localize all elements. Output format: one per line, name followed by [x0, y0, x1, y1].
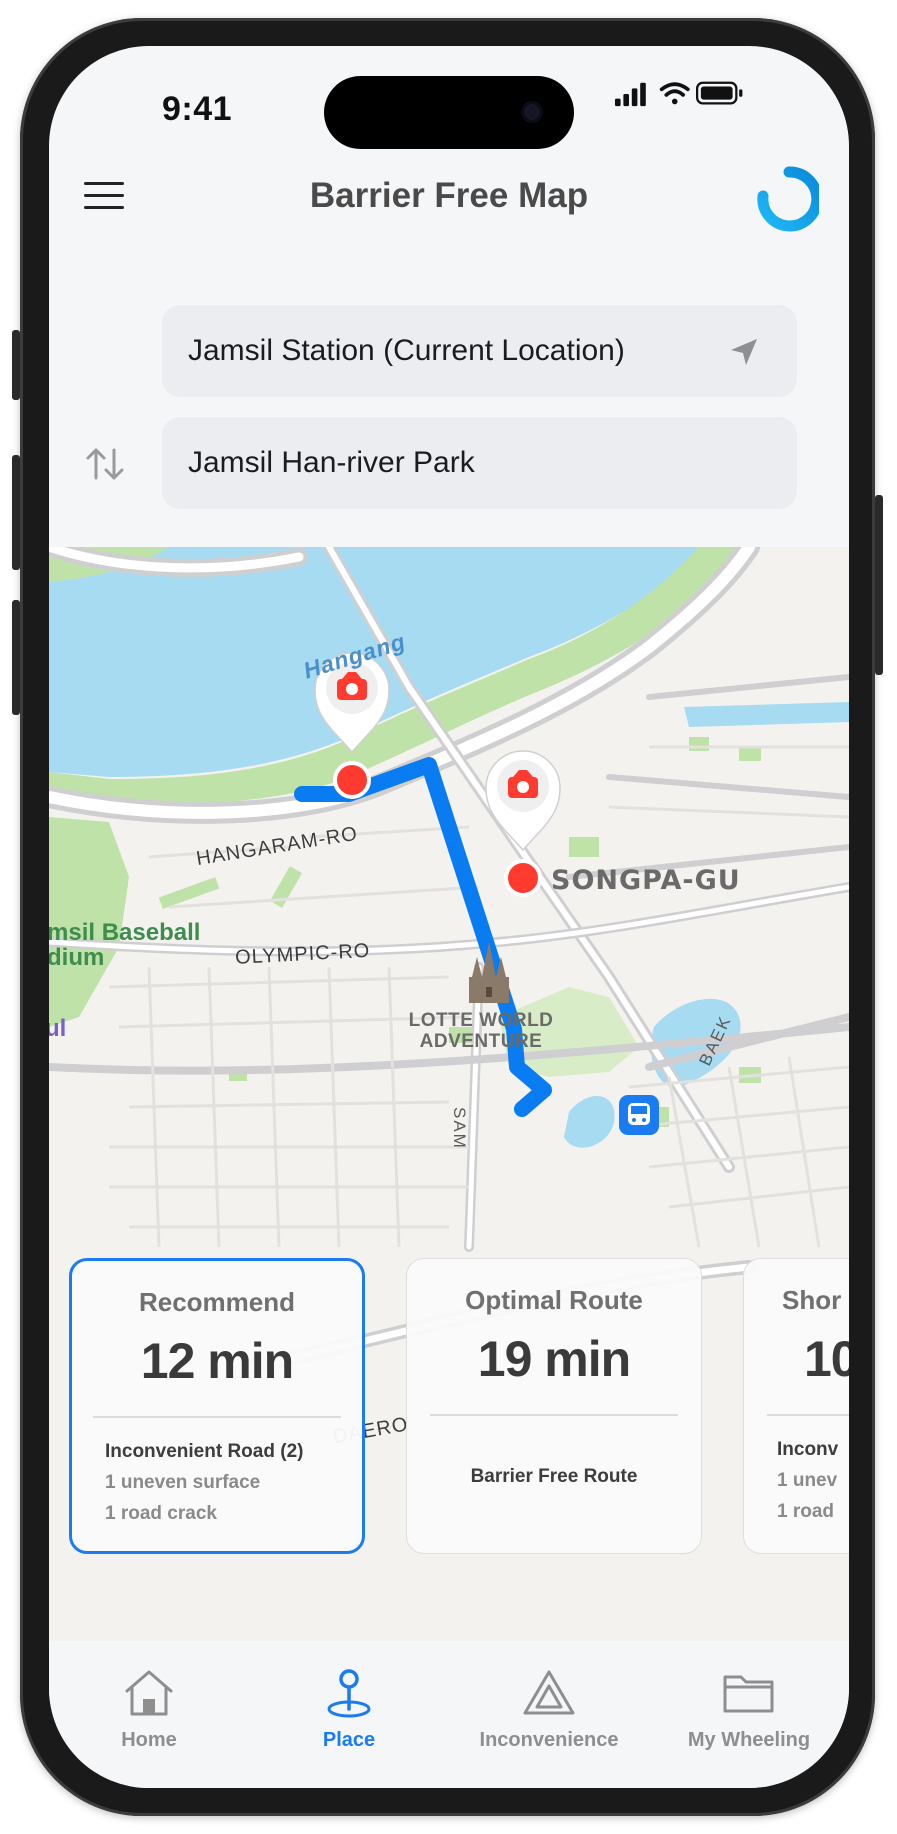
tab-label: My Wheeling [687, 1729, 811, 1751]
origin-field[interactable]: Jamsil Station (Current Location) [162, 305, 797, 397]
swap-icon[interactable] [83, 442, 127, 486]
status-time: 9:41 [162, 90, 233, 128]
route-detail-1: 1 uneven surface [105, 1471, 261, 1493]
route-time: 12 min [140, 1333, 294, 1389]
location-arrow-icon[interactable] [727, 335, 761, 369]
map-label-landmark-1: LOTTE WORLD [409, 1010, 554, 1031]
folder-icon [723, 1675, 774, 1713]
destination-text: Jamsil Han-river Park [188, 446, 475, 479]
tab-my-wheeling[interactable]: My Wheeling [649, 1667, 849, 1752]
route-card-recommend[interactable]: Recommend 12 min Inconvenient Road (2) 1… [69, 1258, 365, 1554]
cellular-signal-icon [615, 82, 646, 107]
status-icons [615, 81, 743, 107]
pin-icon [327, 1669, 371, 1718]
route-label: Recommend [138, 1287, 296, 1317]
route-detail-title: Inconvenient Road (2) [105, 1440, 304, 1462]
route-detail: Barrier Free Route [470, 1465, 638, 1487]
page-title: Barrier Free Map [309, 176, 589, 215]
map-label-landmark-2: ADVENTURE [420, 1031, 543, 1052]
camera-lens [521, 101, 543, 123]
route-time: 19 min [477, 1331, 631, 1387]
route-divider [767, 1414, 849, 1416]
route-detail-2: 1 road crack [105, 1502, 217, 1524]
app-logo-icon[interactable] [749, 164, 819, 234]
route-time: 10 [804, 1331, 849, 1387]
route-label: Optimal Route [465, 1285, 643, 1315]
map-label-stadium-2: dium [49, 944, 104, 971]
route-divider [430, 1414, 678, 1416]
tab-inconvenience[interactable]: Inconvenience [449, 1667, 649, 1752]
battery-icon [696, 81, 743, 105]
tab-home[interactable]: Home [49, 1667, 249, 1752]
route-detail-1: 1 unev [777, 1469, 838, 1491]
volume-up-button [12, 455, 20, 570]
home-icon [125, 1670, 173, 1716]
map-label-stadium-1: msil Baseball [49, 919, 200, 946]
origin-text: Jamsil Station (Current Location) [188, 334, 625, 367]
warning-triangle-icon [523, 1670, 575, 1715]
tab-label: Home [121, 1729, 177, 1751]
route-details: Inconv 1 unev 1 road [744, 1434, 849, 1527]
tab-place[interactable]: Place [249, 1667, 449, 1752]
route-options: Recommend 12 min Inconvenient Road (2) 1… [49, 1258, 849, 1568]
power-button [875, 495, 883, 675]
map-label-sam: SAM [450, 1107, 469, 1150]
route-divider [93, 1416, 341, 1418]
route-card-shortest[interactable]: Shor 10 Inconv 1 unev 1 road [743, 1258, 849, 1554]
tab-label: Place [322, 1729, 376, 1751]
subway-station-icon[interactable] [619, 1095, 659, 1135]
volume-down-button [12, 600, 20, 715]
tab-label: Inconvenience [479, 1729, 619, 1751]
route-detail-2: 1 road [777, 1500, 835, 1522]
route-detail-title: Inconv [777, 1438, 839, 1460]
route-details: Inconvenient Road (2) 1 uneven surface 1… [72, 1436, 362, 1529]
route-label: Shor [782, 1285, 842, 1315]
tab-bar: Home Place Inconvenience My Wheeling [49, 1641, 849, 1788]
wifi-icon [659, 82, 690, 105]
mute-switch [12, 330, 20, 400]
map-label-edge: ul [49, 1015, 66, 1042]
map-label-district: SONGPA-GU [551, 865, 741, 896]
destination-field[interactable]: Jamsil Han-river Park [162, 417, 797, 509]
screen: 9:41 Barrier Free Map Jamsil Station (Cu… [49, 46, 849, 1788]
route-card-optimal[interactable]: Optimal Route 19 min Barrier Free Route [406, 1258, 702, 1554]
status-bar: 9:41 [49, 46, 849, 156]
